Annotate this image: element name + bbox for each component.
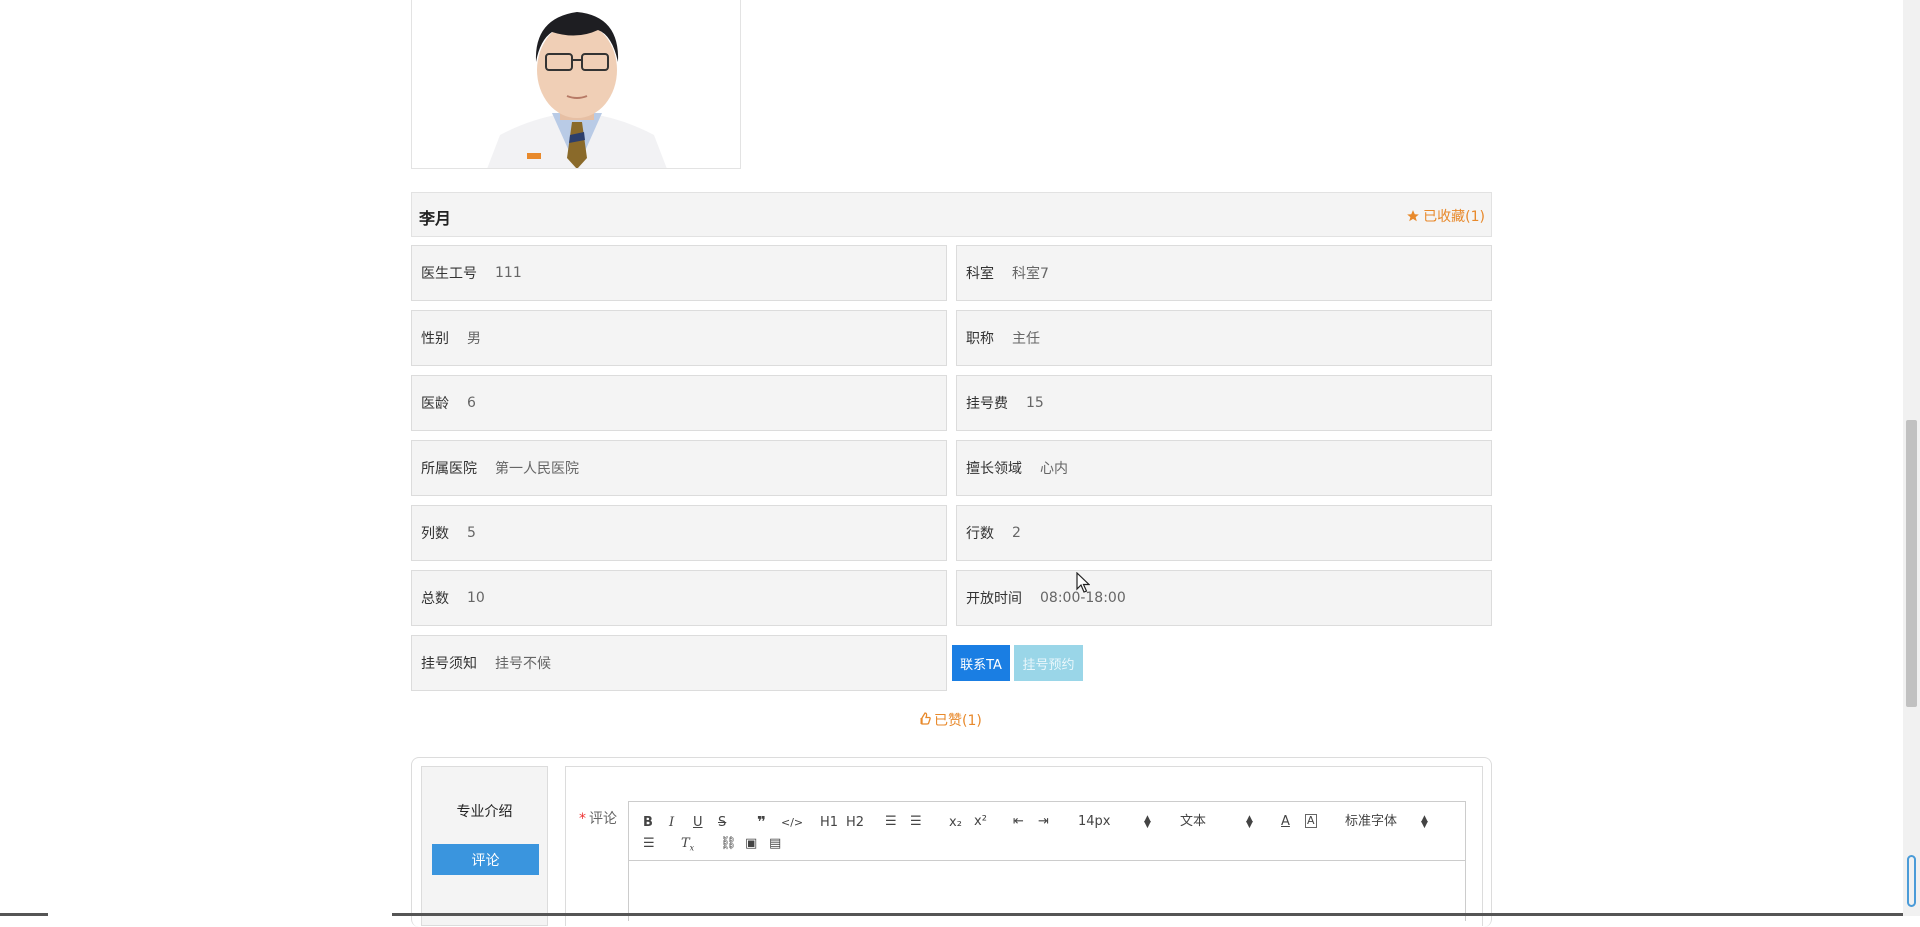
- info-value: 10: [467, 590, 485, 606]
- italic-icon[interactable]: I: [669, 815, 674, 831]
- info-value: 心内: [1040, 461, 1068, 477]
- info-value: 111: [495, 265, 522, 281]
- info-label: 医生工号: [421, 266, 477, 282]
- info-cell-title: 职称 主任: [956, 310, 1492, 366]
- info-label: 挂号须知: [421, 656, 477, 672]
- scrollbar-thumb[interactable]: [1906, 420, 1917, 707]
- info-cell-years: 医龄 6: [411, 375, 947, 431]
- align-left-icon[interactable]: ☰: [643, 836, 655, 852]
- background-color-icon[interactable]: A: [1305, 814, 1317, 828]
- info-label: 列数: [421, 526, 449, 542]
- thumb-icon: [920, 711, 931, 729]
- like-button[interactable]: 已赞(1): [920, 710, 982, 730]
- info-cell-doctor-id: 医生工号 111: [411, 245, 947, 301]
- like-label: 已赞(1): [934, 713, 982, 729]
- bullet-list-icon[interactable]: ☰: [910, 814, 922, 830]
- editor-toolbar: B I U S ❞ </> H1 H2 ☰ ☰ x₂ x² ⇤ ⇥ 14px ▲…: [629, 802, 1465, 861]
- info-label: 擅长领域: [966, 461, 1022, 477]
- info-value: 男: [467, 331, 481, 347]
- info-label: 科室: [966, 266, 994, 282]
- comment-field-label: * 评论: [579, 811, 617, 827]
- info-value: 第一人民医院: [495, 461, 579, 477]
- info-label: 行数: [966, 526, 994, 542]
- contact-button[interactable]: 联系TA: [952, 645, 1010, 681]
- info-cell-department: 科室 科室7: [956, 245, 1492, 301]
- required-mark: *: [579, 811, 586, 827]
- info-cell-specialty: 擅长领域 心内: [956, 440, 1492, 496]
- info-cell-open-hours: 开放时间 08:00-18:00: [956, 570, 1492, 626]
- code-icon[interactable]: </>: [781, 815, 803, 831]
- ordered-list-icon[interactable]: ☰: [885, 814, 897, 830]
- heading2-icon[interactable]: H2: [846, 815, 864, 831]
- favorite-button[interactable]: 已收藏(1): [1406, 206, 1485, 226]
- info-cell-fee: 挂号费 15: [956, 375, 1492, 431]
- video-icon[interactable]: ▤: [769, 836, 781, 852]
- font-size-select[interactable]: 14px ▲ ▼: [1078, 814, 1153, 830]
- comment-editor: B I U S ❞ </> H1 H2 ☰ ☰ x₂ x² ⇤ ⇥ 14px ▲…: [628, 801, 1466, 921]
- indent-icon[interactable]: ⇥: [1038, 814, 1049, 830]
- scroll-indicator: [1907, 855, 1916, 907]
- doctor-photo: [411, 0, 741, 169]
- info-cell-rows: 行数 2: [956, 505, 1492, 561]
- info-value: 挂号不候: [495, 656, 551, 672]
- font-family-select[interactable]: 标准字体 ▲ ▼: [1345, 814, 1430, 830]
- superscript-icon[interactable]: x²: [974, 814, 987, 830]
- info-value: 15: [1026, 395, 1044, 411]
- mouse-cursor-icon: [1076, 571, 1091, 598]
- info-label: 所属医院: [421, 461, 477, 477]
- outdent-icon[interactable]: ⇤: [1013, 814, 1024, 830]
- font-color-icon[interactable]: A: [1281, 814, 1290, 830]
- clear-format-icon[interactable]: Tx: [681, 836, 694, 857]
- info-label: 开放时间: [966, 591, 1022, 607]
- info-cell-hospital: 所属医院 第一人民医院: [411, 440, 947, 496]
- side-tabs: 专业介绍 评论: [421, 766, 548, 926]
- info-label: 挂号费: [966, 396, 1008, 412]
- star-icon: [1406, 209, 1420, 223]
- favorite-label: 已收藏(1): [1423, 209, 1485, 225]
- book-appointment-button[interactable]: 挂号预约: [1014, 645, 1083, 681]
- info-value: 5: [467, 525, 476, 541]
- image-icon[interactable]: ▣: [745, 836, 757, 852]
- info-cell-notice: 挂号须知 挂号不候: [411, 635, 947, 691]
- doctor-name: 李月: [419, 209, 452, 228]
- heading1-icon[interactable]: H1: [820, 815, 838, 831]
- info-label: 职称: [966, 331, 994, 347]
- select-arrows-icon: ▲ ▼: [1246, 814, 1253, 830]
- info-cell-gender: 性别 男: [411, 310, 947, 366]
- info-label: 性别: [421, 331, 449, 347]
- info-value: 科室7: [1012, 266, 1049, 282]
- info-cell-total: 总数 10: [411, 570, 947, 626]
- info-label: 医龄: [421, 396, 449, 412]
- underline-icon[interactable]: U: [693, 815, 703, 831]
- info-value: 2: [1012, 525, 1021, 541]
- link-icon[interactable]: ⛓: [720, 836, 737, 852]
- select-arrows-icon: ▲ ▼: [1144, 814, 1151, 830]
- strikethrough-icon[interactable]: S: [718, 815, 726, 831]
- select-arrows-icon: ▲ ▼: [1421, 814, 1428, 830]
- tab-comment[interactable]: 评论: [432, 844, 539, 875]
- info-cell-columns: 列数 5: [411, 505, 947, 561]
- doctor-name-bar: 李月 已收藏(1): [411, 192, 1492, 237]
- info-label: 总数: [421, 591, 449, 607]
- subscript-icon[interactable]: x₂: [949, 815, 962, 831]
- info-value: 6: [467, 395, 476, 411]
- blockquote-icon[interactable]: ❞: [757, 814, 766, 830]
- info-value: 主任: [1012, 331, 1040, 347]
- bold-icon[interactable]: B: [643, 815, 653, 831]
- tab-intro[interactable]: 专业介绍: [422, 801, 547, 821]
- paragraph-select[interactable]: 文本 ▲ ▼: [1180, 814, 1255, 830]
